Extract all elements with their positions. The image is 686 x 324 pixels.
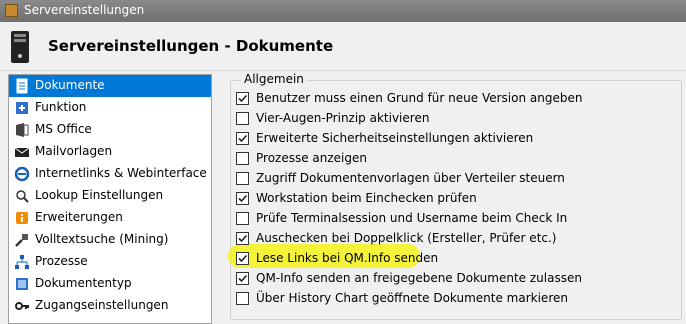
extensions-icon <box>16 212 28 224</box>
sidebar-item-label: MS Office <box>35 122 92 136</box>
checkbox[interactable] <box>236 252 249 265</box>
option-row[interactable]: Workstation beim Einchecken prüfen <box>236 189 676 209</box>
checkbox[interactable] <box>236 192 249 205</box>
checkmark-icon <box>238 254 248 263</box>
sidebar-item-label: Internetlinks & Webinterface <box>35 166 207 180</box>
sidebar-item-label: Dokumententyp <box>35 276 132 290</box>
checkbox[interactable] <box>236 132 249 145</box>
checkmark-icon <box>238 194 248 203</box>
sidebar-item-label: Volltextsuche (Mining) <box>35 232 169 246</box>
option-label: Zugriff Dokumentenvorlagen über Verteile… <box>256 171 565 185</box>
sidebar-item-label: Mailvorlagen <box>35 144 113 158</box>
mail-icon <box>14 147 30 157</box>
option-row[interactable]: Erweiterte Sicherheitseinstellungen akti… <box>236 129 676 149</box>
page-header: Servereinstellungen - Dokumente <box>0 22 686 71</box>
server-icon <box>11 31 29 63</box>
sidebar-item-label: Dokumente <box>35 78 105 92</box>
sidebar-item-erweiterungen[interactable]: Erweiterungen <box>9 207 211 229</box>
option-label: Vier-Augen-Prinzip aktivieren <box>256 111 430 125</box>
option-row[interactable]: Lese Links bei QM.Info senden <box>236 249 676 269</box>
option-row[interactable]: Zugriff Dokumentenvorlagen über Verteile… <box>236 169 676 189</box>
sidebar-item-dokumententyp[interactable]: Dokumententyp <box>9 273 211 295</box>
sidebar-item-label: Prozesse <box>35 254 88 268</box>
lookup-icon <box>16 190 29 203</box>
sidebar-item-internetlinks[interactable]: Internetlinks & Webinterface <box>9 163 211 185</box>
checkmark-icon <box>238 234 248 243</box>
option-label: Erweiterte Sicherheitseinstellungen akti… <box>256 131 534 145</box>
checkmark-icon <box>238 94 248 103</box>
sidebar-item-zugangseinstellungen[interactable]: Zugangseinstellungen <box>9 295 211 317</box>
option-row[interactable]: Prüfe Terminalsession und Username beim … <box>236 209 676 229</box>
option-row[interactable]: Vier-Augen-Prinzip aktivieren <box>236 109 676 129</box>
window-title: Servereinstellungen <box>24 3 145 17</box>
checkbox[interactable] <box>236 212 249 225</box>
checkbox[interactable] <box>236 172 249 185</box>
checkmark-icon <box>238 274 248 283</box>
option-label: Prüfe Terminalsession und Username beim … <box>256 211 568 225</box>
sidebar-item-label: Erweiterungen <box>35 210 123 224</box>
sidebar-item-funktion[interactable]: Funktion <box>9 97 211 119</box>
sidebar-item-label: Lookup Einstellungen <box>35 188 164 202</box>
sidebar-item-lookup[interactable]: Lookup Einstellungen <box>9 185 211 207</box>
internet-icon <box>14 166 30 182</box>
checkbox[interactable] <box>236 232 249 245</box>
title-bar: Servereinstellungen <box>0 0 686 22</box>
function-icon <box>16 102 28 114</box>
sidebar-item-volltextsuche[interactable]: Volltextsuche (Mining) <box>9 229 211 251</box>
document-type-icon <box>16 278 28 290</box>
checkmark-icon <box>238 134 248 143</box>
settings-sidebar[interactable]: Dokumente Funktion MS Office Mailvorlage… <box>8 74 212 324</box>
checkbox[interactable] <box>236 152 249 165</box>
option-label: QM-Info senden an freigegebene Dokumente… <box>256 271 582 285</box>
sidebar-item-ms-office[interactable]: MS Office <box>9 119 211 141</box>
option-row[interactable]: Auschecken bei Doppelklick (Ersteller, P… <box>236 229 676 249</box>
sidebar-item-mailvorlagen[interactable]: Mailvorlagen <box>9 141 211 163</box>
option-row[interactable]: Benutzer muss einen Grund für neue Versi… <box>236 89 676 109</box>
option-label: Workstation beim Einchecken prüfen <box>256 191 477 205</box>
checkbox[interactable] <box>236 92 249 105</box>
fulltext-search-icon <box>15 234 28 247</box>
checkbox[interactable] <box>236 292 249 305</box>
sidebar-item-label: Funktion <box>35 100 87 114</box>
checkbox[interactable] <box>236 272 249 285</box>
option-label: Benutzer muss einen Grund für neue Versi… <box>256 91 583 105</box>
option-row[interactable]: QM-Info senden an freigegebene Dokumente… <box>236 269 676 289</box>
ms-office-icon <box>16 123 29 137</box>
processes-icon <box>15 255 29 269</box>
option-label: Über History Chart geöffnete Dokumente m… <box>256 291 568 305</box>
option-row[interactable]: Prozesse anzeigen <box>236 149 676 169</box>
option-row[interactable]: Über History Chart geöffnete Dokumente m… <box>236 289 676 309</box>
option-label: Auschecken bei Doppelklick (Ersteller, P… <box>256 231 557 245</box>
checkbox[interactable] <box>236 112 249 125</box>
sidebar-item-prozesse[interactable]: Prozesse <box>9 251 211 273</box>
sidebar-item-dokumente[interactable]: Dokumente <box>9 75 211 97</box>
group-label: Allgemein <box>241 72 307 86</box>
app-icon <box>5 4 18 17</box>
option-label: Prozesse anzeigen <box>256 151 367 165</box>
sidebar-item-label: Zugangseinstellungen <box>35 298 169 312</box>
option-label: Lese Links bei QM.Info senden <box>256 251 439 265</box>
document-icon <box>16 78 28 94</box>
page-title: Servereinstellungen - Dokumente <box>48 37 334 55</box>
